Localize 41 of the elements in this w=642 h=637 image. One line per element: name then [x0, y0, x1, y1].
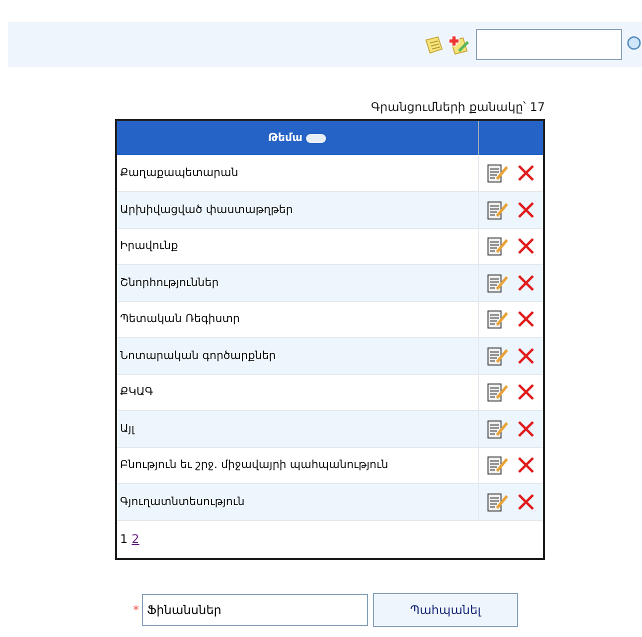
current-page: 1: [120, 531, 128, 548]
search-field[interactable]: [476, 29, 622, 60]
sort-icon[interactable]: [306, 134, 326, 142]
edit-icon[interactable]: [486, 455, 509, 476]
edit-icon[interactable]: [486, 492, 509, 512]
topic-cell: Իրավունք: [116, 228, 478, 264]
topic-cell: Արխիվացված փաստաթղթեր: [116, 192, 478, 228]
topic-cell: Այլ: [116, 410, 478, 447]
topic-cell: Քաղաքապետարան: [116, 155, 478, 192]
add-note-icon[interactable]: [448, 34, 470, 54]
required-mark: *: [133, 602, 139, 619]
edit-icon[interactable]: [486, 272, 509, 293]
record-count: Գրանցումների քանակը՝ 17: [370, 99, 545, 116]
name-field[interactable]: Ֆինանսներ: [142, 594, 368, 626]
edit-icon[interactable]: [486, 163, 509, 183]
delete-icon[interactable]: [516, 383, 535, 402]
edit-icon[interactable]: [486, 309, 509, 330]
delete-icon[interactable]: [516, 346, 535, 365]
delete-icon[interactable]: [516, 420, 535, 438]
page-link[interactable]: 2: [132, 530, 140, 548]
topic-cell: Բնություն եւ շրջ. միջավայրի պահպանություն: [116, 447, 478, 484]
delete-icon[interactable]: [516, 164, 535, 182]
notes-icon[interactable]: [424, 36, 444, 54]
delete-icon[interactable]: [516, 200, 535, 219]
column-header[interactable]: Թեմա: [268, 130, 302, 146]
delete-icon[interactable]: [516, 456, 535, 474]
edit-icon[interactable]: [486, 236, 509, 256]
topic-cell: Պետական Ռեգիստր: [116, 301, 478, 338]
delete-icon[interactable]: [516, 274, 535, 292]
edit-icon[interactable]: [486, 346, 509, 366]
topic-cell: ՔԿԱԳ: [116, 374, 478, 410]
delete-icon[interactable]: [516, 237, 535, 256]
delete-icon[interactable]: [516, 310, 535, 328]
edit-icon[interactable]: [486, 418, 509, 439]
save-button[interactable]: Պահպանել: [373, 593, 518, 627]
edit-icon[interactable]: [486, 382, 509, 402]
topic-cell: Նոտարական գործարքներ: [116, 338, 478, 374]
delete-icon[interactable]: [516, 492, 535, 511]
topic-cell: Գյուղատնտեսություն: [116, 484, 478, 520]
edit-icon[interactable]: [486, 200, 509, 220]
topic-cell: Շնորհություններ: [116, 264, 478, 301]
